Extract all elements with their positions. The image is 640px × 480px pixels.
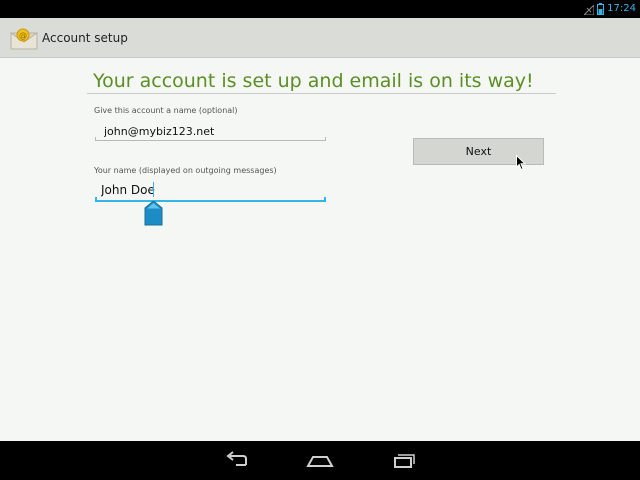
navigation-bar	[0, 441, 640, 480]
mouse-pointer-icon	[516, 154, 527, 171]
screen: 17:24 @ Account setup Your account is se…	[0, 0, 640, 480]
email-app-icon[interactable]: @	[9, 28, 39, 50]
status-icons	[582, 2, 604, 15]
back-icon[interactable]	[222, 450, 252, 472]
action-bar: @ Account setup	[0, 18, 640, 58]
status-clock: 17:24	[607, 3, 636, 14]
account-name-input[interactable]	[95, 120, 326, 142]
account-name-label: Give this account a name (optional)	[94, 106, 238, 115]
svg-text:@: @	[19, 31, 27, 40]
home-icon[interactable]	[305, 450, 335, 472]
battery-icon	[597, 0, 604, 19]
account-setup-content: Your account is set up and email is on i…	[0, 58, 640, 441]
account-name-underline	[95, 137, 326, 141]
headline-divider	[87, 93, 556, 94]
your-name-label: Your name (displayed on outgoing message…	[94, 166, 277, 175]
status-bar: 17:24	[0, 0, 640, 18]
page-headline: Your account is set up and email is on i…	[93, 70, 534, 92]
signal-icon	[582, 0, 595, 19]
text-cursor-handle-icon[interactable]	[144, 200, 163, 226]
recents-icon[interactable]	[389, 450, 419, 472]
text-cursor	[153, 182, 154, 197]
your-name-underline	[95, 197, 326, 202]
your-name-input[interactable]	[95, 179, 326, 201]
action-bar-title: Account setup	[42, 31, 128, 45]
